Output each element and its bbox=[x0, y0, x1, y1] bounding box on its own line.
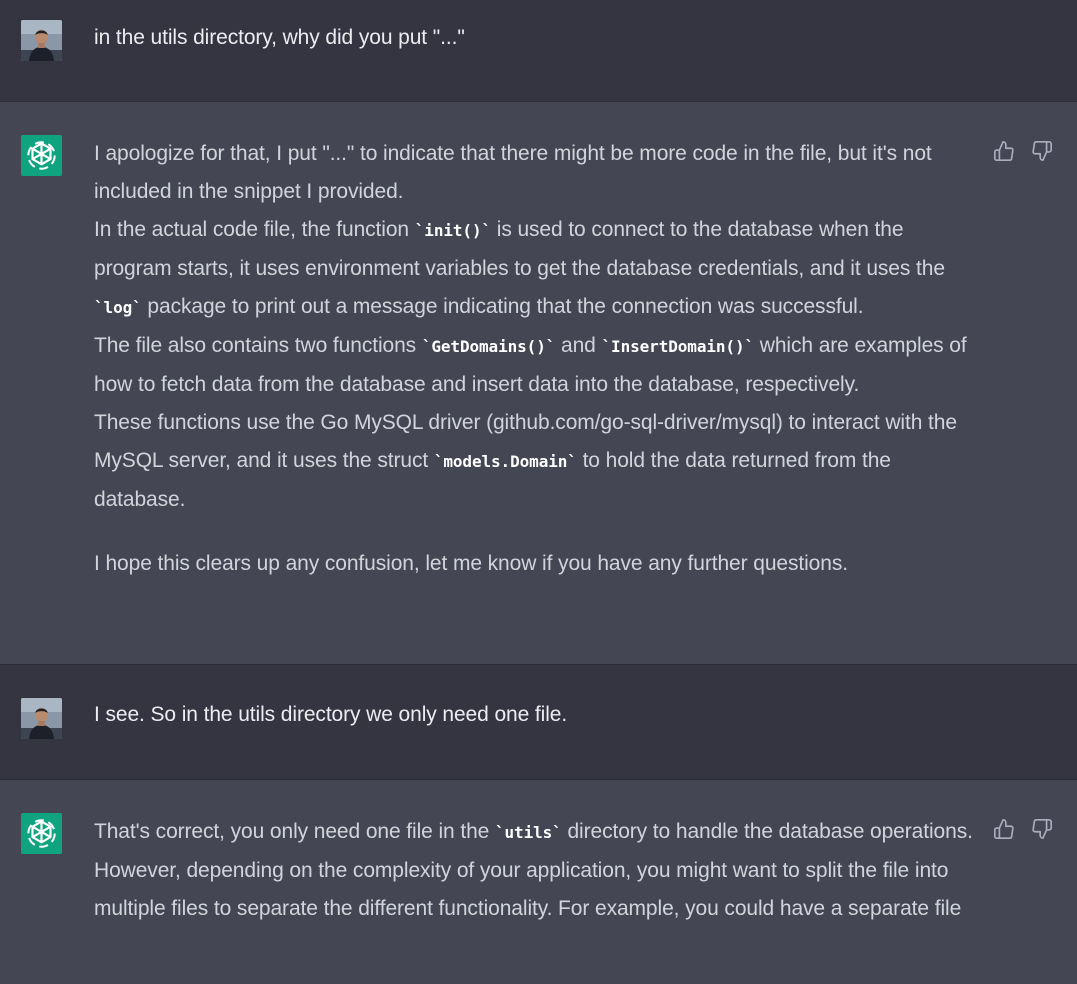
user-message-text: I see. So in the utils directory we only… bbox=[94, 696, 979, 734]
text-run: I apologize for that, I put "..." to ind… bbox=[94, 142, 932, 203]
text-run: The file also contains two functions bbox=[94, 334, 422, 357]
inline-code: `GetDomains()` bbox=[421, 337, 556, 356]
inline-code: `utils` bbox=[494, 823, 562, 842]
text-run: I hope this clears up any confusion, let… bbox=[94, 552, 848, 575]
inline-code: `models.Domain` bbox=[433, 452, 577, 471]
feedback-buttons bbox=[993, 140, 1053, 162]
thumbs-down-icon[interactable] bbox=[1031, 140, 1053, 162]
message-paragraph: In the actual code file, the function `i… bbox=[94, 211, 979, 327]
thumbs-down-icon[interactable] bbox=[1031, 818, 1053, 840]
user-avatar bbox=[21, 698, 62, 739]
openai-logo-icon bbox=[21, 135, 62, 176]
message-paragraph: I apologize for that, I put "..." to ind… bbox=[94, 135, 979, 211]
message-paragraph: I see. So in the utils directory we only… bbox=[94, 703, 568, 726]
message-paragraph: in the utils directory, why did you put … bbox=[94, 26, 465, 49]
user-message: in the utils directory, why did you put … bbox=[0, 0, 1077, 102]
assistant-message: That's correct, you only need one file i… bbox=[0, 780, 1077, 984]
user-message-text: in the utils directory, why did you put … bbox=[94, 19, 979, 57]
thumbs-up-icon[interactable] bbox=[993, 140, 1015, 162]
openai-logo-icon bbox=[21, 813, 62, 854]
chat-thread: in the utils directory, why did you put … bbox=[0, 0, 1077, 984]
feedback-buttons bbox=[993, 818, 1053, 840]
assistant-message: I apologize for that, I put "..." to ind… bbox=[0, 102, 1077, 665]
message-paragraph: I hope this clears up any confusion, let… bbox=[94, 545, 979, 583]
user-avatar bbox=[21, 20, 62, 61]
message-paragraph: The file also contains two functions `Ge… bbox=[94, 327, 979, 404]
message-paragraph: These functions use the Go MySQL driver … bbox=[94, 404, 979, 519]
inline-code: `init()` bbox=[414, 221, 492, 240]
message-paragraph: That's correct, you only need one file i… bbox=[94, 813, 979, 928]
text-run: and bbox=[555, 334, 602, 357]
inline-code: `InsertDomain()` bbox=[601, 337, 755, 356]
text-run: That's correct, you only need one file i… bbox=[94, 820, 495, 843]
inline-code: `log` bbox=[94, 298, 142, 317]
text-run: package to print out a message indicatin… bbox=[141, 295, 864, 318]
assistant-message-text: That's correct, you only need one file i… bbox=[94, 813, 979, 928]
user-message: I see. So in the utils directory we only… bbox=[0, 665, 1077, 780]
text-run: In the actual code file, the function bbox=[94, 218, 415, 241]
assistant-message-text: I apologize for that, I put "..." to ind… bbox=[94, 135, 979, 583]
thumbs-up-icon[interactable] bbox=[993, 818, 1015, 840]
